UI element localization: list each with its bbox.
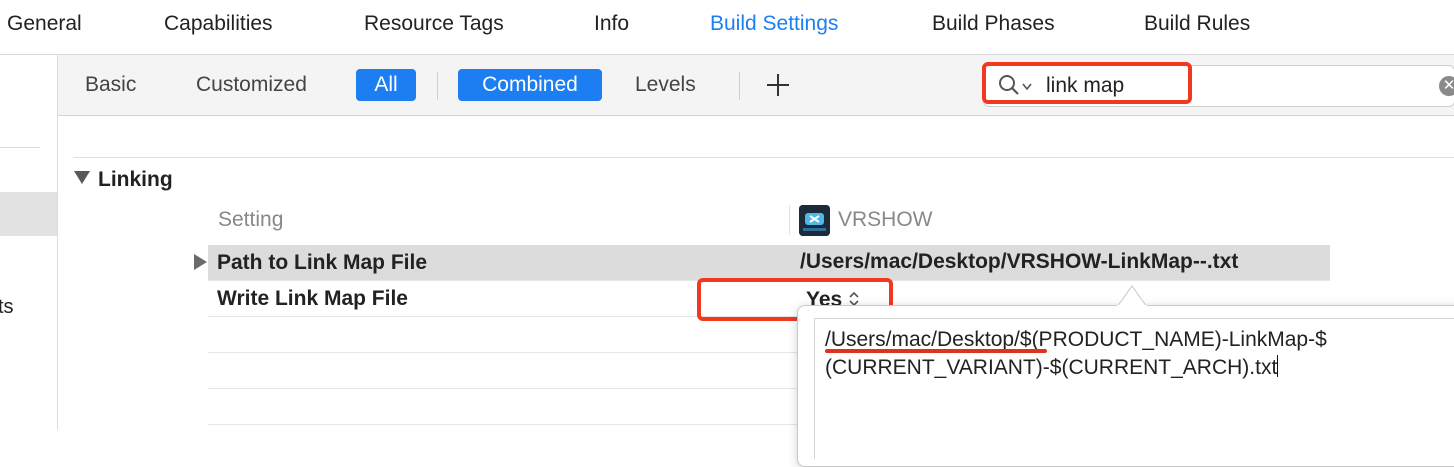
editor-line: (CURRENT_VARIANT)-$(CURRENT_ARCH).txt <box>825 356 1278 379</box>
tab-build-rules[interactable]: Build Rules <box>1144 12 1250 36</box>
popover-arrow <box>1117 285 1147 308</box>
column-separator <box>789 205 790 235</box>
filter-separator <box>437 72 438 100</box>
setting-name: Path to Link Map File <box>217 251 428 274</box>
clear-search-icon[interactable]: ✕ <box>1439 76 1454 96</box>
section-title: Linking <box>98 168 173 191</box>
column-header-target: VRSHOW <box>838 208 933 231</box>
sidebar-divider <box>0 147 40 148</box>
app-icon <box>799 205 830 236</box>
tab-build-phases[interactable]: Build Phases <box>932 12 1055 36</box>
tab-general[interactable]: General <box>7 12 82 36</box>
table-row[interactable]: Path to Link Map File /Users/mac/Desktop… <box>208 245 1330 281</box>
annotation-box-search <box>982 62 1192 104</box>
section-header-linking[interactable]: Linking <box>74 168 173 192</box>
tab-build-settings[interactable]: Build Settings <box>710 12 838 36</box>
column-header-setting: Setting <box>218 208 284 231</box>
disclosure-down-icon[interactable] <box>74 171 90 184</box>
setting-value[interactable]: /Users/mac/Desktop/VRSHOW-LinkMap--.txt <box>800 250 1238 274</box>
text-caret <box>1277 355 1279 377</box>
editor-tab-bar: General Capabilities Resource Tags Info … <box>0 0 1454 55</box>
setting-name: Write Link Map File <box>217 287 408 310</box>
annotation-underline <box>825 349 1047 353</box>
plus-icon[interactable] <box>763 70 793 100</box>
tab-capabilities[interactable]: Capabilities <box>164 12 273 36</box>
targets-sidebar: ts <box>0 55 58 430</box>
filter-combined-button[interactable]: Combined <box>458 69 602 101</box>
filter-all-button[interactable]: All <box>356 69 416 101</box>
disclosure-right-icon[interactable] <box>194 254 207 270</box>
filter-separator <box>739 72 740 100</box>
filter-basic-button[interactable]: Basic <box>85 69 136 101</box>
filter-levels-button[interactable]: Levels <box>635 69 696 101</box>
build-settings-filter-bar: Basic Customized All Combined Levels ✕ <box>58 55 1454 116</box>
content-divider <box>73 157 1454 158</box>
value-editor-text[interactable]: /Users/mac/Desktop/$(PRODUCT_NAME)-LinkM… <box>825 326 1425 382</box>
tab-resource-tags[interactable]: Resource Tags <box>364 12 504 36</box>
sidebar-item-label[interactable]: ts <box>0 296 14 319</box>
filter-customized-button[interactable]: Customized <box>196 69 307 101</box>
sidebar-item-selected[interactable] <box>0 192 57 236</box>
tab-info[interactable]: Info <box>594 12 629 36</box>
